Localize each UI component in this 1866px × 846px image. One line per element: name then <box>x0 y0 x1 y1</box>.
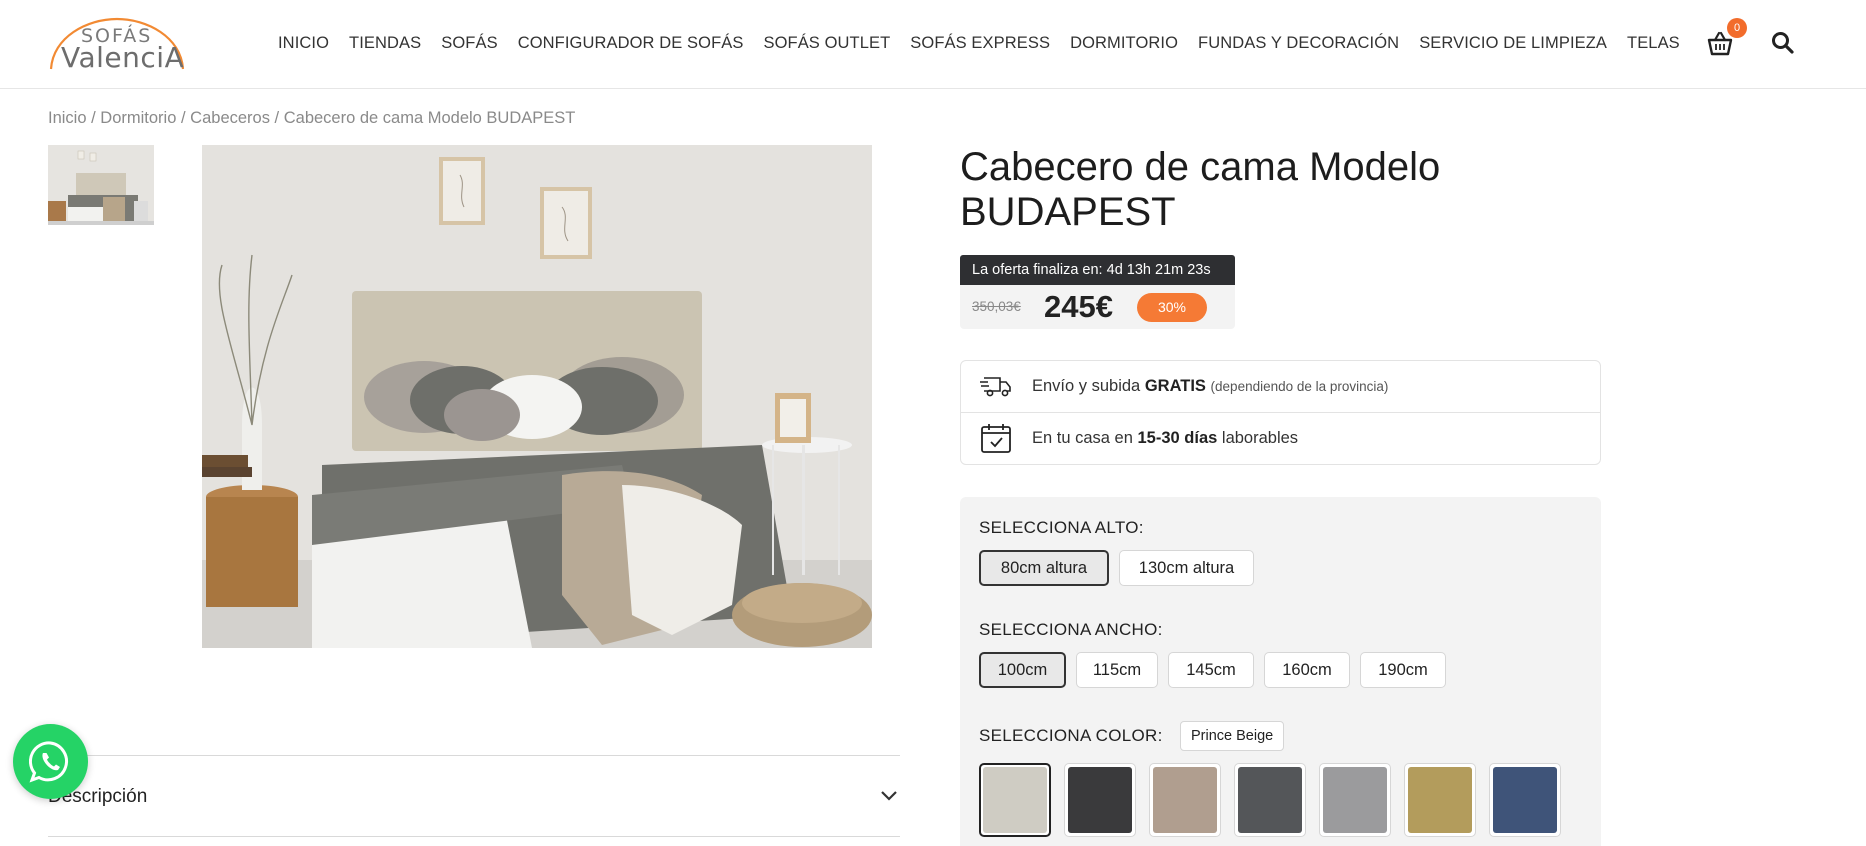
height-option-130[interactable]: 130cm altura <box>1119 550 1254 586</box>
search-icon[interactable] <box>1770 30 1796 56</box>
site-logo[interactable]: SOFÁS ValenciA <box>47 17 187 74</box>
description-accordion[interactable]: Descripción <box>48 755 900 837</box>
logo-line2: ValenciA <box>61 41 185 74</box>
width-option-100[interactable]: 100cm <box>979 652 1066 688</box>
nav-item-telas[interactable]: TELAS <box>1627 34 1680 53</box>
width-option-190[interactable]: 190cm <box>1360 652 1446 688</box>
color-swatch-3[interactable] <box>1149 763 1221 837</box>
color-swatch-5[interactable] <box>1319 763 1391 837</box>
delivery-row: En tu casa en 15-30 días laborables <box>961 413 1600 465</box>
calendar-check-icon <box>979 424 1013 460</box>
breadcrumb: Inicio / Dormitorio / Cabeceros / Cabece… <box>48 109 575 128</box>
offer-label: La oferta finaliza en: <box>972 262 1103 278</box>
height-option-80[interactable]: 80cm altura <box>979 550 1109 586</box>
color-swatch-6[interactable] <box>1404 763 1476 837</box>
breadcrumb-item-cabeceros[interactable]: Cabeceros <box>190 109 270 127</box>
width-option-160[interactable]: 160cm <box>1264 652 1350 688</box>
height-label: SELECCIONA ALTO: <box>979 518 1144 537</box>
delivery-days: 15-30 días <box>1137 429 1218 447</box>
chevron-down-icon[interactable] <box>880 789 898 807</box>
breadcrumb-item-dormitorio[interactable]: Dormitorio <box>100 109 176 127</box>
breadcrumb-item-current: Cabecero de cama Modelo BUDAPEST <box>283 109 576 127</box>
color-swatch-2[interactable] <box>1064 763 1136 837</box>
width-option-115[interactable]: 115cm <box>1076 652 1158 688</box>
gallery-thumbnail[interactable] <box>48 145 154 225</box>
product-title: Cabecero de cama Modelo BUDAPEST <box>960 145 1441 234</box>
delivery-truck-icon <box>979 373 1013 404</box>
breadcrumb-separator: / <box>269 109 284 127</box>
current-price: 245€ <box>1044 289 1113 324</box>
color-swatch-4[interactable] <box>1234 763 1306 837</box>
nav-item-dormitorio[interactable]: DORMITORIO <box>1070 34 1178 53</box>
selected-color-name: Prince Beige <box>1180 721 1285 751</box>
delivery-text: En tu casa en <box>1032 429 1138 447</box>
width-option-145[interactable]: 145cm <box>1168 652 1254 688</box>
offer-countdown-banner: La oferta finaliza en: 4d 13h 21m 23s <box>960 255 1235 285</box>
whatsapp-icon[interactable] <box>13 724 88 799</box>
price-box: 350,03€ 245€ 30% <box>960 285 1235 329</box>
nav-item-fundas[interactable]: FUNDAS Y DECORACIÓN <box>1198 34 1399 53</box>
cart-count-badge: 0 <box>1727 18 1747 38</box>
nav-item-inicio[interactable]: INICIO <box>278 34 329 53</box>
color-label: SELECCIONA COLOR: <box>979 726 1163 745</box>
site-header: SOFÁS ValenciA INICIO TIENDAS SOFÁS CONF… <box>0 0 1866 89</box>
nav-item-limpieza[interactable]: SERVICIO DE LIMPIEZA <box>1419 34 1607 53</box>
shipping-free: GRATIS <box>1144 377 1206 395</box>
color-swatch-7[interactable] <box>1489 763 1561 837</box>
delivery-text-end: laborables <box>1217 429 1299 447</box>
shipping-text: Envío y subida <box>1032 377 1145 395</box>
width-label: SELECCIONA ANCHO: <box>979 620 1163 639</box>
shipping-note: (dependiendo de la provincia) <box>1210 379 1389 394</box>
nav-item-outlet[interactable]: SOFÁS OUTLET <box>763 34 890 53</box>
nav-item-configurador[interactable]: CONFIGURADOR DE SOFÁS <box>518 34 744 53</box>
breadcrumb-separator: / <box>86 109 101 127</box>
shipping-row: Envío y subida GRATIS (dependiendo de la… <box>961 361 1600 413</box>
shipping-info-box: Envío y subida GRATIS (dependiendo de la… <box>960 360 1601 465</box>
nav-item-tiendas[interactable]: TIENDAS <box>349 34 421 53</box>
breadcrumb-separator: / <box>176 109 191 127</box>
main-nav: INICIO TIENDAS SOFÁS CONFIGURADOR DE SOF… <box>278 34 1700 53</box>
discount-badge: 30% <box>1137 293 1207 322</box>
product-main-image[interactable] <box>202 145 872 648</box>
nav-item-sofas[interactable]: SOFÁS <box>441 34 497 53</box>
product-options-panel: SELECCIONA ALTO: 80cm altura 130cm altur… <box>960 497 1601 846</box>
color-swatch-1[interactable] <box>979 763 1051 837</box>
breadcrumb-item-inicio[interactable]: Inicio <box>48 109 87 127</box>
nav-item-express[interactable]: SOFÁS EXPRESS <box>910 34 1050 53</box>
old-price: 350,03€ <box>972 299 1021 314</box>
offer-countdown: 4d 13h 21m 23s <box>1106 262 1211 278</box>
